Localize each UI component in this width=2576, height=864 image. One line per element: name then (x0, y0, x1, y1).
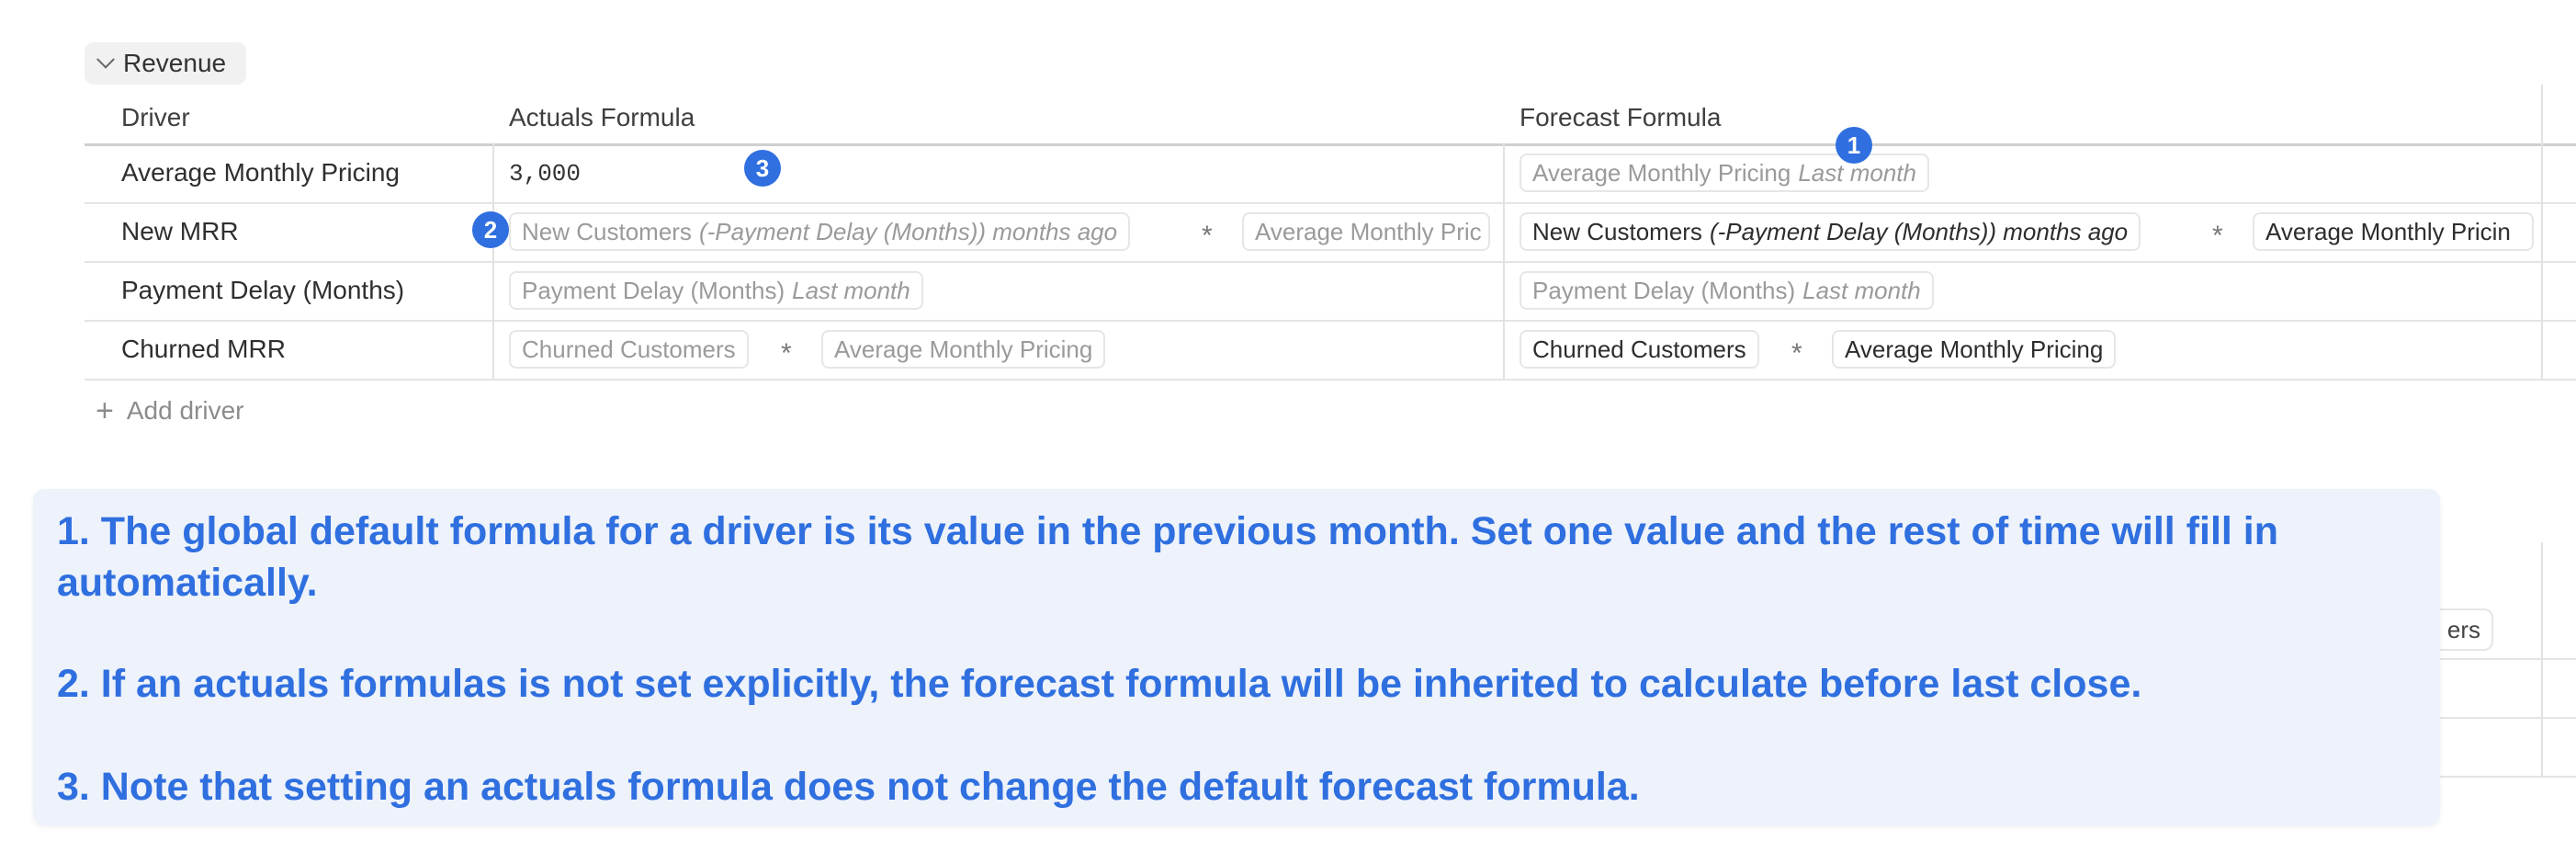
row-divider (85, 320, 2576, 322)
column-header-forecast: Forecast Formula (1520, 103, 1722, 131)
chip-modifier: Last month (1802, 276, 1921, 304)
actuals-formula-chip[interactable]: Churned Customers (509, 330, 749, 369)
chip-text: Average Monthly Pricin (2265, 217, 2511, 245)
forecast-formula-chip[interactable]: Churned Customers (1520, 330, 1759, 369)
forecast-formula-chip[interactable]: Average Monthly Pricing Last month (1520, 153, 1929, 192)
actuals-formula-chip[interactable]: Average Monthly Pric (1242, 212, 1490, 251)
column-divider (2541, 85, 2543, 381)
chip-text: Average Monthly Pricing (834, 335, 1093, 363)
row-divider (85, 379, 2576, 381)
annotation-badge-1: 1 (1836, 127, 1872, 164)
column-divider (1503, 143, 1505, 381)
callout-note-2: 2. If an actuals formulas is not set exp… (57, 662, 2142, 706)
column-header-actuals: Actuals Formula (509, 103, 695, 131)
chip-text: New Customers (1532, 217, 1702, 245)
driver-name[interactable]: Churned MRR (121, 335, 286, 364)
annotation-callout: 1. The global default formula for a driv… (33, 489, 2440, 825)
actuals-formula-chip[interactable]: Payment Delay (Months) Last month (509, 271, 923, 310)
annotation-badge-2: 2 (472, 211, 509, 248)
actuals-formula-chip[interactable]: New Customers (-Payment Delay (Months)) m… (509, 212, 1131, 251)
annotation-badge-3: 3 (744, 150, 781, 187)
chip-modifier: Last month (792, 276, 910, 304)
driver-name[interactable]: New MRR (121, 217, 239, 246)
chip-modifier: (-Payment Delay (Months)) months ago (698, 217, 1118, 245)
header-divider (85, 143, 2576, 146)
chip-text: Churned Customers (1532, 335, 1746, 363)
multiply-operator: * (1791, 338, 1802, 369)
chip-text: Payment Delay (Months) (1532, 276, 1796, 304)
multiply-operator: * (2212, 221, 2223, 251)
callout-note-3: 3. Note that setting an actuals formula … (57, 765, 1640, 809)
section-toggle-revenue[interactable]: Revenue (85, 42, 247, 85)
forecast-formula-chip[interactable]: New Customers (-Payment Delay (Months)) m… (1520, 212, 2141, 251)
actuals-formula-value[interactable]: 3,000 (509, 160, 581, 188)
chip-text: Payment Delay (Months) (522, 276, 785, 304)
chip-modifier: (-Payment Delay (Months)) months ago (1709, 217, 2129, 245)
forecast-formula-chip[interactable]: Payment Delay (Months) Last month (1520, 271, 1934, 310)
chip-text: Average Monthly Pricing (1532, 158, 1791, 187)
multiply-operator: * (1202, 221, 1213, 251)
chevron-down-icon (96, 50, 115, 69)
chip-text: New Customers (522, 217, 692, 245)
row-divider (85, 202, 2576, 204)
driver-name[interactable]: Average Monthly Pricing (121, 158, 400, 188)
driver-name[interactable]: Payment Delay (Months) (121, 276, 404, 305)
multiply-operator: * (781, 338, 792, 369)
actuals-formula-chip[interactable]: Average Monthly Pricing (821, 330, 1106, 369)
callout-note-1: 1. The global default formula for a driv… (57, 509, 2278, 605)
plus-icon: + (96, 393, 114, 428)
column-header-driver: Driver (121, 103, 190, 131)
add-driver-button[interactable]: + Add driver (96, 395, 243, 426)
forecast-formula-chip[interactable]: Average Monthly Pricin (2253, 212, 2534, 251)
add-driver-label: Add driver (126, 396, 244, 425)
row-divider (85, 261, 2576, 263)
chip-text: Average Monthly Pric (1255, 217, 1482, 245)
section-label: Revenue (123, 49, 227, 77)
forecast-formula-chip[interactable]: Average Monthly Pricing (1832, 330, 2117, 369)
column-divider (492, 143, 494, 381)
chip-text: Average Monthly Pricing (1845, 335, 2104, 363)
chip-text: Churned Customers (522, 335, 736, 363)
column-divider (2541, 542, 2543, 778)
